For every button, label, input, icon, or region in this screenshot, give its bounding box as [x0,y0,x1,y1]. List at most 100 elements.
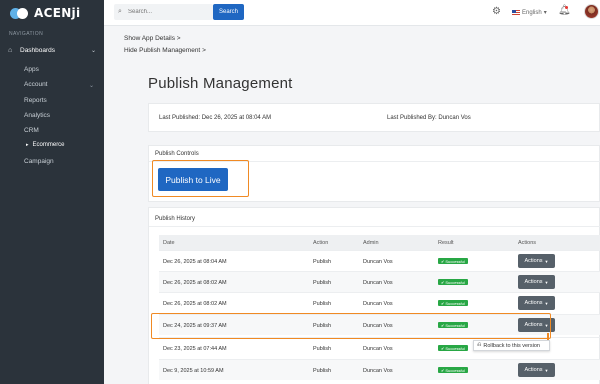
publish-history-card: Publish History Date Action Admin Result… [148,207,600,384]
topbar: ⌕ Search ⚙ English ▾ 🔔︎ [104,0,600,26]
section-heading: Publish Controls [155,151,199,157]
caret-down-icon: ▼ [544,367,549,373]
check-icon: ✔ [441,367,445,373]
actions-label: Actions [524,258,543,264]
caret-down-icon: ▼ [544,258,549,264]
table-row: Dec 26, 2025 at 08:02 AM Publish Duncan … [159,271,600,292]
sidebar-item-ecommerce[interactable]: ▸ Ecommerce [26,142,65,148]
sidebar-item-dashboards[interactable]: ⌂ Dashboards ⌄ [8,47,96,54]
column-header-action: Action [313,240,329,246]
sidebar-item-apps[interactable]: Apps [24,66,39,73]
last-published: Last Published: Dec 26, 2025 at 08:04 AM [159,115,271,121]
gear-icon[interactable]: ⚙ [492,6,501,17]
status-badge: ✔ Successful [438,367,468,373]
check-icon: ✔ [441,279,445,285]
sidebar-item-label: Dashboards [20,47,56,54]
caret-down-icon: ▼ [544,279,549,285]
admin-cell: Duncan Vos [363,259,393,265]
check-icon: ✔ [441,258,445,264]
language-label: English [522,9,542,16]
sidebar: ACENji NAVIGATION ⌂ Dashboards ⌄ Apps Ac… [0,0,104,384]
admin-cell: Duncan Vos [363,301,393,307]
status-badge-label: Successful [445,258,465,264]
last-published-value: Dec 26, 2025 at 08:04 AM [201,115,272,121]
actions-dropdown-button[interactable]: Actions ▼ [518,363,555,377]
highlight-box [151,313,551,339]
nav-heading: NAVIGATION [9,31,44,37]
status-badge-label: Successful [445,345,465,351]
home-icon: ⌂ [8,47,13,54]
chevron-down-icon: ⌄ [89,83,95,89]
column-header-date: Date [163,240,175,246]
search-input[interactable] [128,9,208,15]
status-badge-label: Successful [445,367,465,373]
column-header-admin: Admin [363,240,379,246]
date-cell: Dec 26, 2025 at 08:04 AM [163,259,227,265]
rollback-menu-item[interactable]: ⎌ Rollback to this version [473,340,550,351]
rollback-label: Rollback to this version [483,342,540,349]
status-badge: ✔ Successful [438,300,468,306]
admin-cell: Duncan Vos [363,346,393,352]
last-published-card: Last Published: Dec 26, 2025 at 08:04 AM… [148,103,600,132]
status-badge-label: Successful [445,279,465,285]
highlight-box [152,160,249,197]
sidebar-item-account[interactable]: Account [24,81,48,88]
language-selector[interactable]: English ▾ [512,9,547,16]
status-badge-label: Successful [445,300,465,306]
actions-label: Actions [524,300,543,306]
caret-down-icon: ▼ [544,300,549,306]
date-cell: Dec 26, 2025 at 08:02 AM [163,280,227,286]
column-header-actions: Actions [518,240,537,246]
action-cell: Publish [313,259,332,265]
section-heading: Publish History [155,216,196,222]
sidebar-item-campaign[interactable]: Campaign [24,158,54,165]
bullet-icon: ▸ [26,142,29,148]
action-cell: Publish [313,346,332,352]
caret-down-icon: ▾ [543,10,547,16]
sidebar-item-reports[interactable]: Reports [24,97,47,104]
breadcrumb-hide-publish-management[interactable]: Hide Publish Management > [124,47,206,54]
admin-cell: Duncan Vos [363,368,393,374]
logo-icon [10,7,30,19]
actions-dropdown-button[interactable]: Actions ▼ [518,296,555,310]
divider [149,226,600,227]
admin-cell: Duncan Vos [363,280,393,286]
column-header-result: Result [438,240,454,246]
us-flag-icon [512,10,520,15]
table-row: Dec 26, 2025 at 08:04 AM Publish Duncan … [159,250,600,271]
action-cell: Publish [313,301,332,307]
date-cell: Dec 9, 2025 at 10:59 AM [163,368,224,374]
date-cell: Dec 26, 2025 at 08:02 AM [163,301,227,307]
search-box: ⌕ [114,4,213,20]
table-row: Dec 9, 2025 at 10:59 AM Publish Duncan V… [159,359,600,380]
table-row: Dec 26, 2025 at 08:02 AM Publish Duncan … [159,292,600,313]
brand-logo[interactable]: ACENji [10,6,80,20]
breadcrumb-show-app-details[interactable]: Show App Details > [124,35,181,42]
search-button[interactable]: Search [213,4,244,20]
sidebar-item-label: Ecommerce [32,142,65,148]
action-cell: Publish [313,368,332,374]
page-title: Publish Management [148,75,293,92]
table-header: Date Action Admin Result Actions [159,235,600,250]
notification-dot [565,6,568,9]
actions-label: Actions [524,367,543,373]
sidebar-item-analytics[interactable]: Analytics [24,112,50,119]
breadcrumb-label: Hide Publish Management [124,47,201,54]
avatar[interactable] [584,4,599,19]
action-cell: Publish [313,280,332,286]
last-published-by-value: Duncan Vos [438,115,471,121]
last-published-by-label: Last Published By: [387,115,437,121]
chevron-down-icon: ⌄ [90,48,96,54]
breadcrumb-separator: > [202,47,206,54]
breadcrumb-label: Show App Details [124,35,175,42]
actions-dropdown-button[interactable]: Actions ▼ [518,254,555,268]
status-badge: ✔ Successful [438,258,468,264]
status-badge: ✔ Successful [438,345,468,351]
actions-dropdown-button[interactable]: Actions ▼ [518,275,555,289]
sidebar-item-crm[interactable]: CRM [24,127,39,134]
last-published-by: Last Published By: Duncan Vos [387,115,471,121]
rollback-icon: ⎌ [477,342,482,348]
search-icon: ⌕ [118,8,122,15]
check-icon: ✔ [441,300,445,306]
actions-label: Actions [524,279,543,285]
